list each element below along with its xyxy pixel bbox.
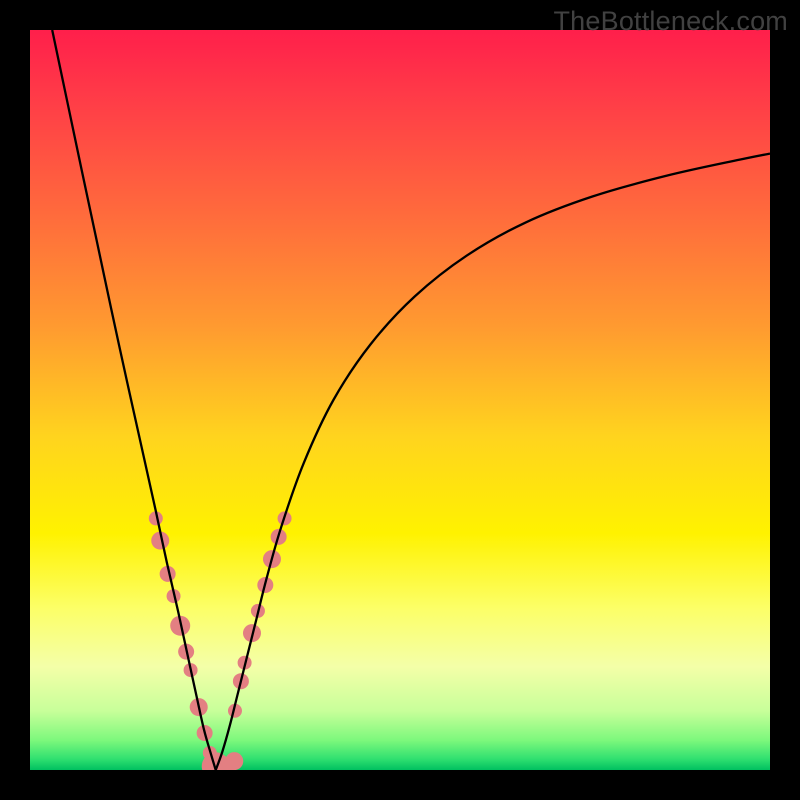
right-branch-curve: [216, 154, 770, 770]
curve-layer: [30, 30, 770, 770]
plot-area: [30, 30, 770, 770]
chart-frame: TheBottleneck.com: [0, 0, 800, 800]
pink-markers-group: [149, 511, 292, 770]
left-branch-curve: [52, 30, 216, 770]
marker-dot: [225, 752, 243, 770]
watermark-text: TheBottleneck.com: [553, 6, 788, 37]
